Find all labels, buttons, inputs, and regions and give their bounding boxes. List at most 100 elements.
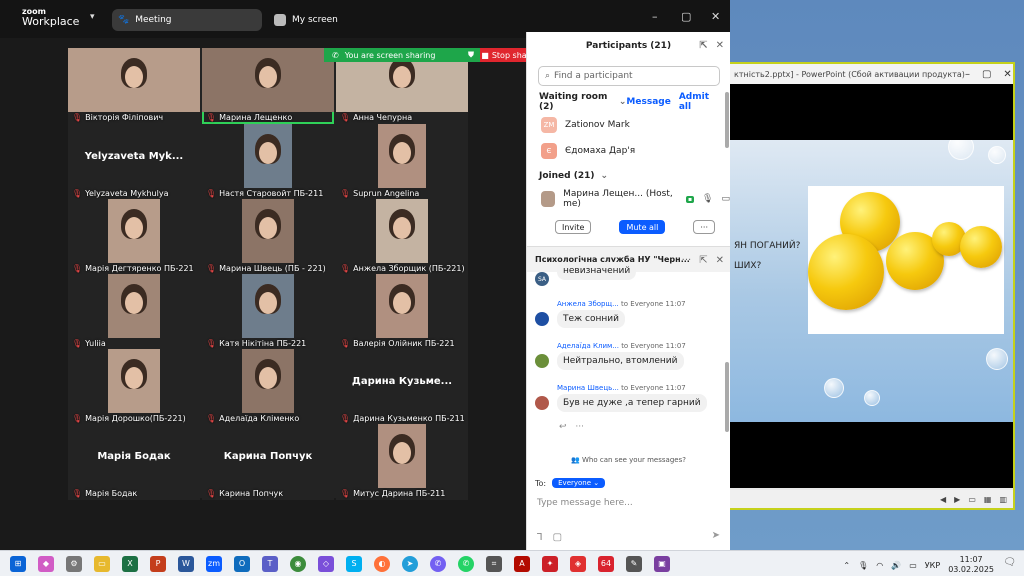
invite-button[interactable]: Invite: [555, 220, 592, 234]
participants-scrollbar[interactable]: [725, 92, 729, 148]
tab-meeting[interactable]: 🐾 Meeting: [112, 9, 262, 31]
volume-icon[interactable]: 🔊: [891, 561, 901, 570]
paint-icon[interactable]: ✎: [626, 555, 642, 572]
chevron-down-icon[interactable]: ⌄: [619, 97, 627, 107]
joined-participant[interactable]: Марина Лещен... (Host, me) ▪ 🎙 ▭: [527, 186, 730, 212]
normal-view-icon[interactable]: ▭: [968, 495, 976, 504]
participant-video-tile[interactable]: Yelyzaveta Myk... 🎙 Yelyzaveta Mykhulya: [68, 124, 200, 200]
zoom-icon[interactable]: zm: [206, 555, 222, 572]
language-indicator[interactable]: УКР: [925, 561, 940, 570]
participant-video-tile[interactable]: 🎙 Вікторія Філіпович: [68, 48, 200, 124]
maximize-icon[interactable]: ▢: [681, 10, 691, 23]
message-link[interactable]: Message: [626, 97, 670, 107]
word-icon[interactable]: W: [178, 555, 194, 572]
close-icon[interactable]: ✕: [711, 10, 720, 23]
acrobat-icon[interactable]: A: [514, 555, 530, 572]
minimize-icon[interactable]: –: [652, 10, 658, 23]
participant-video-tile[interactable]: 🎙 Марія Дегтяренко ПБ-221: [68, 199, 200, 275]
participant-video-tile[interactable]: 🎙 Аделаїда Кліменко: [202, 349, 334, 425]
participant-video-tile[interactable]: Дарина Кузьме... 🎙 Дарина Кузьменко ПБ-211: [336, 349, 468, 425]
participant-video-tile[interactable]: 🎙 Suprun Angelina: [336, 124, 468, 200]
participant-video-tile[interactable]: 🎙 Валерія Олійник ПБ-221: [336, 274, 468, 350]
battery-icon[interactable]: ▭: [909, 561, 917, 570]
sender-name[interactable]: Марина Швець...: [557, 384, 619, 392]
chat-message[interactable]: Аделаїда Клим... to Everyone 11:07 Нейтр…: [535, 342, 686, 370]
firefox-icon[interactable]: ◐: [374, 555, 390, 572]
chrome-icon[interactable]: ◉: [290, 555, 306, 572]
waiting-participant[interactable]: Є Єдомаха Дар'я: [527, 138, 730, 164]
outlook-icon[interactable]: O: [234, 555, 250, 572]
attach-icon[interactable]: ▢: [553, 532, 562, 543]
windows-start-icon[interactable]: ⊞: [10, 555, 26, 572]
mute-all-button[interactable]: Mute all: [619, 220, 666, 234]
copilot-icon[interactable]: ◆: [38, 555, 54, 572]
admit-all-link[interactable]: Admit all: [679, 92, 718, 112]
chat-message[interactable]: Анжела Зборщ... to Everyone 11:07 Теж со…: [535, 300, 686, 328]
chevron-down-icon[interactable]: ⌄: [600, 171, 608, 181]
chat-message[interactable]: Марина Швець... to Everyone 11:07 Був не…: [535, 384, 707, 412]
more-options-button[interactable]: ···: [693, 220, 716, 234]
camera-icon[interactable]: ▭: [721, 194, 730, 204]
who-can-see-link[interactable]: 👥 Who can see your messages?: [527, 456, 730, 464]
notification-icon[interactable]: 🗨: [1003, 557, 1016, 568]
format-icon[interactable]: Ꞁ: [537, 532, 543, 543]
participant-video-tile[interactable]: Марія Бодак 🎙 Марія Бодак: [68, 424, 200, 500]
popout-icon[interactable]: ⇱: [699, 255, 707, 266]
popout-icon[interactable]: ⇱: [699, 40, 707, 51]
more-icon[interactable]: ···: [575, 422, 584, 432]
skype-icon[interactable]: S: [346, 555, 362, 572]
next-slide-icon[interactable]: ▶: [954, 495, 960, 504]
reading-view-icon[interactable]: ▥: [999, 495, 1007, 504]
mic-icon[interactable]: 🎙: [858, 561, 868, 570]
participant-video-tile[interactable]: 🎙 Марина Швець (ПБ - 221): [202, 199, 334, 275]
close-icon[interactable]: ✕: [716, 40, 724, 51]
screen-sharing-banner[interactable]: ✆ You are screen sharing ⛊: [324, 48, 480, 62]
participant-search-input[interactable]: ⌕ Find a participant: [538, 66, 720, 86]
powerpoint-window[interactable]: ктність2.pptx] - PowerPoint (Сбой актива…: [728, 62, 1015, 510]
whatsapp-icon[interactable]: ✆: [458, 555, 474, 572]
tab-my-screen[interactable]: My screen: [268, 9, 358, 31]
save-icon[interactable]: ▣: [654, 555, 670, 572]
ppt-titlebar[interactable]: ктність2.pptx] - PowerPoint (Сбой актива…: [730, 64, 1013, 84]
excel-icon[interactable]: X: [122, 555, 138, 572]
anydesk-icon[interactable]: ◈: [570, 555, 586, 572]
teams-icon[interactable]: T: [262, 555, 278, 572]
maximize-icon[interactable]: ▢: [982, 69, 991, 80]
reply-icon[interactable]: ↩: [559, 422, 567, 432]
close-icon[interactable]: ✕: [1003, 69, 1011, 80]
powerpoint-icon[interactable]: P: [150, 555, 166, 572]
send-icon[interactable]: ➤: [712, 530, 720, 541]
participant-video-tile[interactable]: 🎙 Марина Лещенко: [202, 48, 334, 124]
participant-video-tile[interactable]: 🎙 Митус Дарина ПБ-211: [336, 424, 468, 500]
settings-icon[interactable]: ⚙: [66, 555, 82, 572]
participant-video-tile[interactable]: 🎙 Настя Старовойт ПБ-211: [202, 124, 334, 200]
chat-message[interactable]: SA невизначений: [535, 260, 637, 286]
close-icon[interactable]: ✕: [716, 255, 724, 266]
network-app-icon[interactable]: ⌗: [486, 555, 502, 572]
app-icon[interactable]: ◇: [318, 555, 334, 572]
file-explorer-icon[interactable]: ▭: [94, 555, 110, 572]
sender-name[interactable]: Анжела Зборщ...: [557, 300, 619, 308]
prev-slide-icon[interactable]: ◀: [940, 495, 946, 504]
app-badge-icon[interactable]: 64: [598, 555, 614, 572]
chat-scrollbar[interactable]: [725, 362, 729, 432]
pdf-icon[interactable]: ✦: [542, 555, 558, 572]
clock[interactable]: 11:07 03.02.2025: [948, 555, 994, 575]
zoom-window[interactable]: zoom Workplace ▾ 🐾 Meeting My screen – ▢…: [0, 0, 730, 550]
sorter-view-icon[interactable]: ▦: [984, 495, 992, 504]
viber-icon[interactable]: ✆: [430, 555, 446, 572]
more-icon[interactable]: ···: [682, 255, 692, 266]
telegram-icon[interactable]: ➤: [402, 555, 418, 572]
participant-video-tile[interactable]: Карина Попчук 🎙 Карина Попчук: [202, 424, 334, 500]
waiting-participant[interactable]: ZM Zationov Mark: [527, 112, 730, 138]
chat-message-input[interactable]: Type message here...: [537, 498, 717, 508]
minimize-icon[interactable]: –: [965, 69, 970, 80]
mic-icon[interactable]: 🎙: [702, 194, 713, 204]
joined-row[interactable]: Joined (21) ⌄: [527, 166, 730, 186]
waiting-room-row[interactable]: Waiting room (2) ⌄ Message Admit all: [527, 92, 730, 112]
participant-video-tile[interactable]: 🎙 Катя Нікітіна ПБ-221: [202, 274, 334, 350]
sender-name[interactable]: Аделаїда Клим...: [557, 342, 619, 350]
participant-video-tile[interactable]: 🎙 Марія Дорошко(ПБ-221): [68, 349, 200, 425]
participant-video-tile[interactable]: 🎙 Анжела Зборщик (ПБ-221): [336, 199, 468, 275]
wifi-icon[interactable]: ◠: [876, 561, 883, 570]
